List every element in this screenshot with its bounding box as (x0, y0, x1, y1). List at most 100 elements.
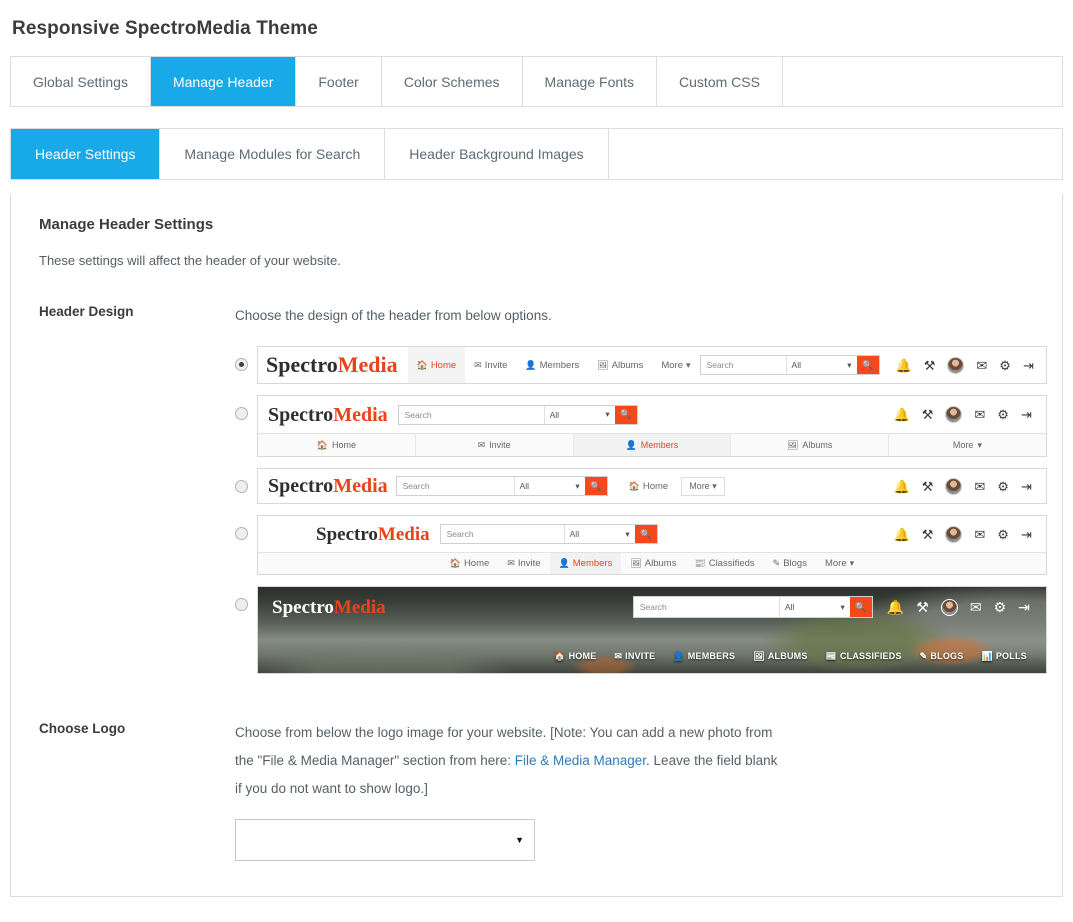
tab-custom-css[interactable]: Custom CSS (657, 57, 783, 106)
tab-footer[interactable]: Footer (296, 57, 382, 106)
search-scope-select[interactable]: All ▾ (778, 597, 850, 617)
tools-icon[interactable]: ⚒ (922, 408, 934, 421)
avatar-icon[interactable] (947, 356, 965, 374)
envelope-icon[interactable]: ✉ (976, 359, 987, 372)
design-preview-4[interactable]: SpectroMedia Search All ▾ 🔍 🔔 ⚒ ✉ ⚙ ⇥ 🏠 … (257, 515, 1047, 575)
tools-icon[interactable]: ⚒ (916, 600, 929, 614)
avatar-icon[interactable] (940, 598, 958, 616)
logo-select[interactable]: ▼ (235, 819, 535, 861)
bell-icon[interactable]: 🔔 (887, 600, 904, 614)
search-input[interactable]: Search (397, 477, 514, 495)
search-scope-select[interactable]: All ▾ (785, 356, 857, 374)
nav-item-blogs[interactable]: ✎ BLOGS (913, 651, 971, 661)
search-scope-select[interactable]: All ▾ (563, 525, 635, 543)
gear-icon[interactable]: ⚙ (997, 528, 1009, 541)
tab-manage-modules-for-search[interactable]: Manage Modules for Search (160, 129, 386, 179)
logo-part2: Media (377, 523, 430, 545)
tab-header-background-images[interactable]: Header Background Images (385, 129, 609, 179)
envelope-icon[interactable]: ✉ (974, 528, 985, 541)
tab-manage-fonts[interactable]: Manage Fonts (522, 57, 658, 106)
logout-icon[interactable]: ⇥ (1021, 480, 1032, 493)
search-scope-select[interactable]: All ▾ (513, 477, 585, 495)
gear-icon[interactable]: ⚙ (994, 600, 1007, 614)
logout-icon[interactable]: ⇥ (1023, 359, 1034, 372)
tab-global-settings[interactable]: Global Settings (11, 57, 151, 106)
tools-icon[interactable]: ⚒ (922, 480, 934, 493)
search-input[interactable]: Search (441, 525, 564, 543)
tab-header-settings[interactable]: Header Settings (11, 129, 161, 179)
envelope-icon[interactable]: ✉ (974, 480, 985, 493)
nav-label: POLLS (995, 651, 1027, 661)
search-button[interactable]: 🔍 (614, 405, 637, 424)
design-preview-1[interactable]: SpectroMedia 🏠 Home ✉ Invite 👤 Members 🖼 Alb… (257, 346, 1047, 384)
nav-item-albums[interactable]: 🖼 Albums (731, 434, 890, 456)
nav-item-home[interactable]: 🏠 Home (620, 481, 678, 492)
nav-item-home[interactable]: 🏠 Home (258, 434, 416, 456)
design-preview-5[interactable]: SpectroMedia Search All ▾ 🔍 🔔 ⚒ ✉ ⚙ ⇥ 🏠 … (257, 586, 1047, 674)
bell-icon[interactable]: 🔔 (896, 359, 912, 372)
gear-icon[interactable]: ⚙ (997, 408, 1009, 421)
avatar-icon[interactable] (945, 477, 963, 495)
nav-item-invite[interactable]: ✉ Invite (498, 558, 549, 569)
design-radio-1[interactable] (235, 358, 248, 371)
search-scope-select[interactable]: All ▾ (543, 405, 615, 424)
nav-item-home[interactable]: 🏠 HOME (547, 651, 603, 661)
nav-item-more[interactable]: More ▾ (652, 347, 699, 383)
nav-item-invite[interactable]: ✉ INVITE (607, 651, 662, 661)
nav-item-albums[interactable]: 🖼 Albums (588, 347, 652, 383)
nav-item-home[interactable]: 🏠 Home (407, 347, 466, 383)
nav-item-members[interactable]: 👤 Members (549, 553, 622, 574)
design-preview-2[interactable]: SpectroMedia Search All ▾ 🔍 🔔 ⚒ ✉ ⚙ ⇥ 🏠 … (257, 395, 1047, 457)
nav-item-members[interactable]: 👤 Members (516, 347, 588, 383)
search-button[interactable]: 🔍 (634, 525, 657, 543)
gear-icon[interactable]: ⚙ (999, 359, 1011, 372)
tools-icon[interactable]: ⚒ (924, 359, 936, 372)
nav-item-invite[interactable]: ✉ Invite (416, 434, 574, 456)
logout-icon[interactable]: ⇥ (1018, 600, 1030, 614)
design-radio-5[interactable] (235, 598, 248, 611)
design-radio-3[interactable] (235, 480, 248, 493)
nav-item-more[interactable]: More ▾ (681, 476, 725, 496)
nav-item-classifieds[interactable]: 📰 Classifieds (685, 558, 763, 569)
tab-manage-header[interactable]: Manage Header (150, 57, 297, 106)
search-icon: 🔍 (861, 359, 874, 370)
search-button[interactable]: 🔍 (856, 356, 879, 374)
nav-item-albums[interactable]: 🖼 Albums (621, 558, 685, 569)
file-media-manager-link[interactable]: File & Media Manager (515, 753, 646, 768)
nav-item-members[interactable]: 👤 Members (573, 434, 732, 456)
logout-icon[interactable]: ⇥ (1021, 408, 1032, 421)
panel-description: These settings will affect the header of… (39, 253, 341, 268)
design-radio-4[interactable] (235, 527, 248, 540)
page-title: Responsive SpectroMedia Theme (12, 18, 318, 39)
envelope-icon[interactable]: ✉ (974, 408, 985, 421)
search-button[interactable]: 🔍 (584, 477, 607, 495)
logout-icon[interactable]: ⇥ (1021, 528, 1032, 541)
design-preview-3[interactable]: SpectroMedia Search All ▾ 🔍 🏠 Home More ▾ (257, 468, 1047, 504)
nav-item-members[interactable]: 👤 MEMBERS (666, 651, 742, 661)
bell-icon[interactable]: 🔔 (894, 480, 910, 493)
nav-item-classifieds[interactable]: 📰 CLASSIFIEDS (819, 651, 909, 661)
gear-icon[interactable]: ⚙ (997, 480, 1009, 493)
bell-icon[interactable]: 🔔 (894, 408, 910, 421)
search-input[interactable]: Search (634, 597, 779, 617)
envelope-icon[interactable]: ✉ (970, 600, 982, 614)
tab-color-schemes[interactable]: Color Schemes (381, 57, 523, 106)
search-input[interactable]: Search (399, 406, 544, 424)
avatar-icon[interactable] (945, 525, 963, 543)
search-input[interactable]: Search (701, 356, 786, 374)
avatar-icon[interactable] (945, 406, 963, 423)
search-button[interactable]: 🔍 (849, 597, 872, 617)
nav-item-more[interactable]: More ▾ (816, 558, 863, 569)
nav-label: BLOGS (930, 651, 964, 661)
nav-item-invite[interactable]: ✉ Invite (465, 347, 516, 383)
home-icon: 🏠 (628, 480, 640, 491)
nav-item-more[interactable]: More ▾ (889, 434, 1046, 456)
person-icon: 👤 (625, 439, 637, 450)
bell-icon[interactable]: 🔔 (894, 528, 910, 541)
tools-icon[interactable]: ⚒ (922, 528, 934, 541)
nav-item-polls[interactable]: 📊 POLLS (974, 651, 1033, 661)
design-radio-2[interactable] (235, 407, 248, 420)
nav-item-blogs[interactable]: ✎ Blogs (764, 558, 816, 569)
nav-item-albums[interactable]: 🖼 ALBUMS (746, 651, 814, 661)
nav-item-home[interactable]: 🏠 Home (441, 558, 499, 569)
